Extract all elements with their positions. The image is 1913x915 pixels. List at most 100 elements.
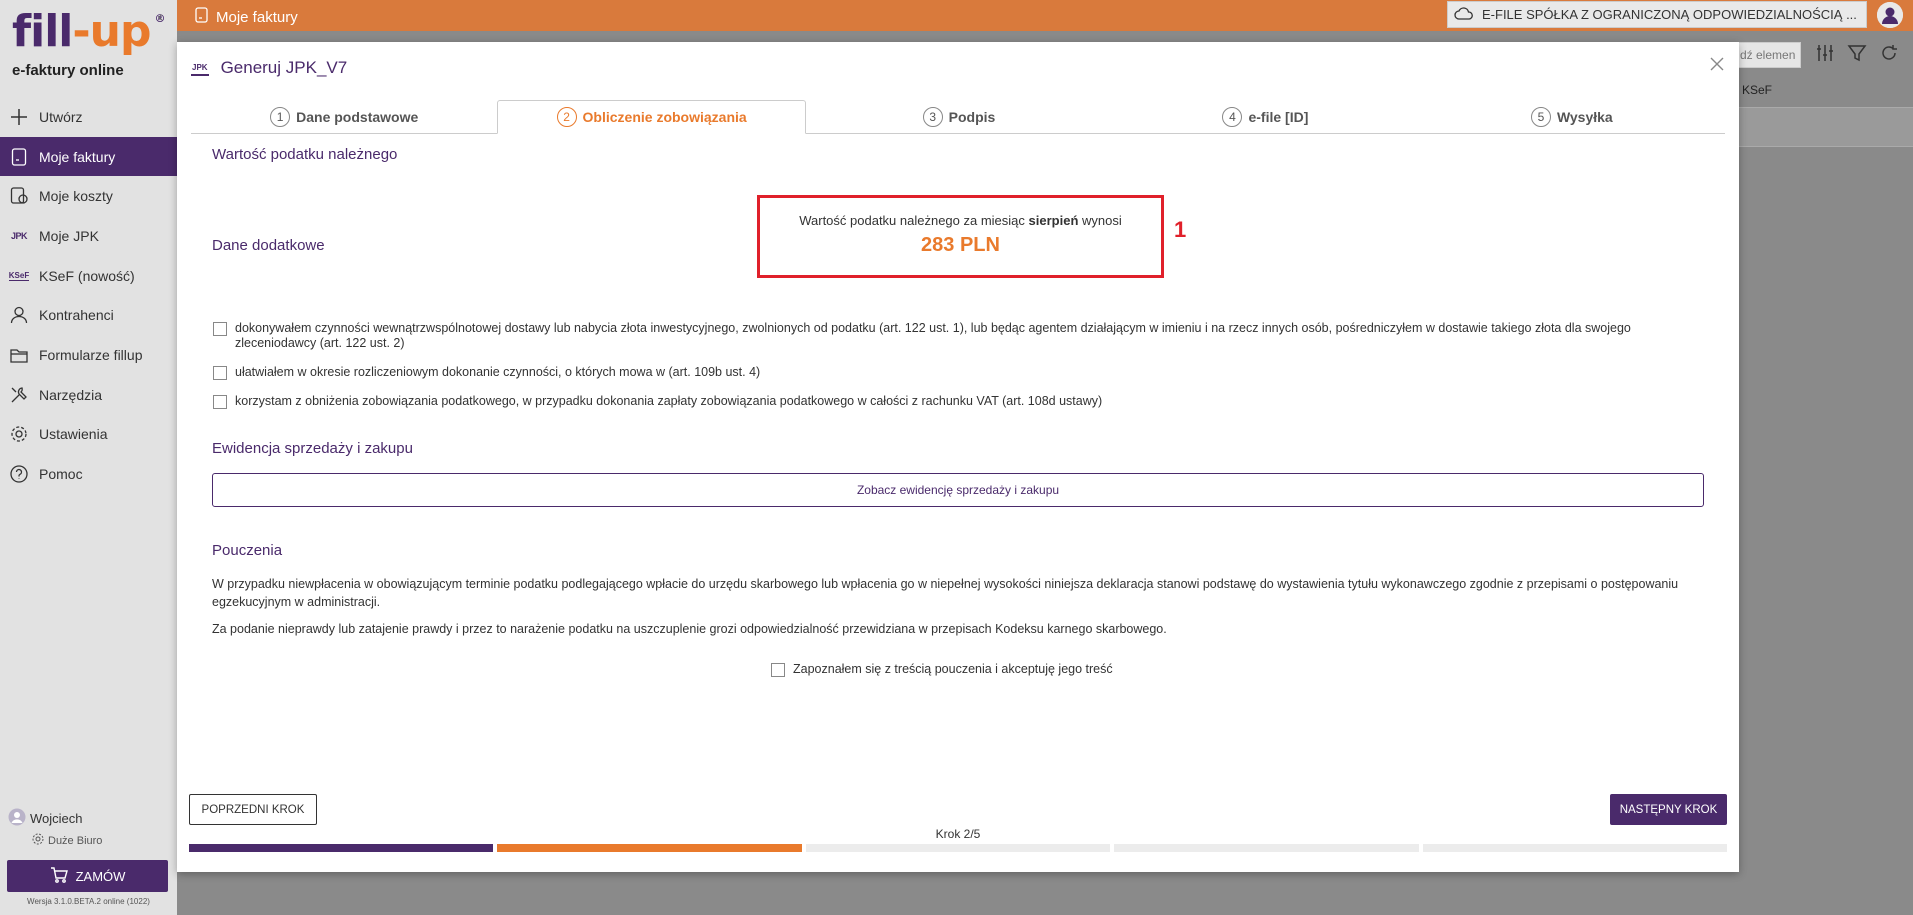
tab-label: Wysyłka — [1556, 108, 1613, 125]
menu-item-help[interactable]: Pomoc — [0, 454, 177, 494]
menu-item-my-invoices[interactable]: Moje faktury — [0, 136, 177, 177]
progress-segment-2 — [497, 844, 802, 852]
checkbox-liability-reduction[interactable]: korzystam z obniżenia zobowiązania podat… — [213, 394, 1715, 409]
annotation-marker: 1 — [1174, 217, 1187, 242]
progress-segment-4 — [1114, 844, 1419, 852]
background-toolbar — [1815, 43, 1899, 68]
tab-label: Dane podstawowe — [296, 108, 419, 125]
tab-signature[interactable]: 3 Podpis — [806, 100, 1112, 133]
checkbox-label: ułatwiałem w okresie rozliczeniowym doko… — [235, 365, 761, 379]
tax-section-title: Wartość podatku należnego — [212, 146, 398, 163]
menu-item-label: KSeF (nowość) — [39, 267, 135, 284]
avatar-icon — [8, 808, 26, 829]
menu-item-forms[interactable]: Formularze fillup — [0, 335, 177, 375]
tab-basic-data[interactable]: 1 Dane podstawowe — [191, 100, 497, 133]
step-number: 5 — [1530, 106, 1551, 127]
invoice-icon — [9, 147, 29, 167]
gear-icon — [9, 424, 29, 444]
plus-icon — [9, 107, 29, 127]
menu-item-label: Utwórz — [39, 108, 83, 125]
order-button[interactable]: ZAMÓW — [7, 860, 168, 892]
cart-icon — [50, 866, 68, 886]
next-step-button[interactable]: NASTĘPNY KROK — [1610, 794, 1727, 825]
accept-checkbox[interactable] — [771, 663, 785, 677]
checkbox[interactable] — [213, 322, 227, 336]
tax-amount: 283 PLN — [921, 234, 1000, 256]
step-progress-bar — [189, 844, 1728, 852]
sidebar: fill-up ® ‹ e-faktury online Utwórz Moje… — [0, 0, 177, 915]
view-records-button[interactable]: Zobacz ewidencję sprzedaży i zakupu — [212, 473, 1704, 507]
tab-efile-id[interactable]: 4 e-file [ID] — [1112, 100, 1418, 133]
menu-item-label: Moje JPK — [39, 227, 99, 244]
cloud-icon — [1454, 6, 1474, 23]
filter-icon — [1847, 43, 1867, 68]
accept-instructions[interactable]: Zapoznałem się z treścią pouczenia i akc… — [771, 662, 1113, 677]
user-plan: Duże Biuro — [48, 834, 103, 847]
checkbox[interactable] — [213, 395, 227, 409]
checkbox-label: dokonywałem czynności wewnątrzwspólnotow… — [235, 321, 1631, 350]
tab-sending[interactable]: 5 Wysyłka — [1419, 100, 1725, 133]
tab-label: e-file [ID] — [1248, 108, 1309, 125]
menu-item-label: Ustawienia — [39, 426, 108, 443]
records-section-title: Ewidencja sprzedaży i zakupu — [212, 440, 413, 457]
close-icon[interactable] — [1709, 56, 1725, 72]
checkbox-facilitated-activities[interactable]: ułatwiałem w okresie rozliczeniowym doko… — [213, 365, 1715, 380]
menu-item-create[interactable]: Utwórz — [0, 97, 177, 137]
generate-jpk-modal: JPK Generuj JPK_V7 1 Dane podstawowe 2 O… — [177, 42, 1739, 872]
topbar: Moje faktury E-FILE SPÓŁKA Z OGRANICZONĄ… — [177, 0, 1913, 31]
wizard-tabs: 1 Dane podstawowe 2 Obliczenie zobowiąza… — [191, 100, 1725, 134]
background-table-row — [1739, 107, 1913, 147]
instructions-paragraph-1: W przypadku niewpłacenia w obowiązującym… — [212, 577, 1679, 609]
user-box[interactable]: Wojciech Duże Biuro — [8, 808, 102, 848]
background-search-input: dź elemen — [1737, 42, 1801, 68]
previous-step-button[interactable]: POPRZEDNI KROK — [189, 794, 317, 825]
tab-label: Podpis — [948, 108, 996, 125]
step-counter: Krok 2/5 — [935, 827, 981, 841]
fillup-logo[interactable]: fill-up ® — [12, 6, 165, 57]
tax-value-box: Wartość podatku należnego za miesiąc sie… — [757, 195, 1164, 278]
company-selector[interactable]: E-FILE SPÓŁKA Z OGRANICZONĄ ODPOWIEDZIAL… — [1447, 1, 1867, 28]
order-label: ZAMÓW — [75, 868, 126, 884]
tagline: e-faktury online — [12, 62, 124, 79]
collapse-sidebar-icon[interactable]: ‹ — [158, 8, 163, 24]
logo-up: up — [89, 6, 152, 57]
version-text: Wersja 3.1.0.BETA.2 online (1022) — [27, 897, 150, 906]
menu-item-ksef[interactable]: KSeF KSeF (nowość) — [0, 256, 177, 296]
accept-label: Zapoznałem się z treścią pouczenia i akc… — [793, 662, 1113, 676]
menu-item-settings[interactable]: Ustawienia — [0, 415, 177, 455]
tax-line-suffix: wynosi — [1082, 213, 1122, 228]
ksef-icon-text: KSeF — [8, 270, 30, 281]
menu-item-label: Formularze fillup — [39, 346, 143, 363]
menu-item-my-costs[interactable]: Moje koszty — [0, 176, 177, 216]
tab-liability-calculation[interactable]: 2 Obliczenie zobowiązania — [497, 100, 806, 134]
page-title-text: Moje faktury — [216, 8, 298, 26]
step-number: 1 — [270, 106, 291, 127]
checkbox-gold-delivery[interactable]: dokonywałem czynności wewnątrzwspólnotow… — [213, 321, 1715, 351]
menu-item-tools[interactable]: Narzędzia — [0, 375, 177, 415]
jpk-icon: JPK — [191, 61, 209, 76]
costs-icon — [9, 186, 29, 206]
menu-item-label: Moje faktury — [39, 148, 116, 165]
menu-item-my-jpk[interactable]: JPK Moje JPK — [0, 216, 177, 256]
menu-item-label: Narzędzia — [39, 386, 103, 403]
company-name: E-FILE SPÓŁKA Z OGRANICZONĄ ODPOWIEDZIAL… — [1482, 7, 1857, 22]
page-title: Moje faktury — [195, 7, 298, 27]
user-avatar-icon[interactable] — [1877, 2, 1903, 28]
tab-label: Obliczenie zobowiązania — [582, 109, 747, 125]
step-number: 2 — [556, 107, 577, 127]
background-column-ksef: KSeF — [1742, 83, 1773, 97]
person-icon — [9, 305, 29, 325]
columns-icon — [1815, 43, 1835, 68]
menu-item-contractors[interactable]: Kontrahenci — [0, 295, 177, 335]
ksef-icon: KSeF — [8, 266, 30, 286]
instructions-paragraph-2: Za podanie nieprawdy lub zatajenie prawd… — [212, 622, 1167, 636]
main-menu: Utwórz Moje faktury Moje koszty JPK Moje… — [0, 97, 177, 494]
tools-icon — [9, 385, 29, 405]
background-page — [1739, 31, 1913, 915]
office-icon — [32, 833, 44, 848]
progress-segment-5 — [1422, 844, 1728, 852]
modal-header: JPK Generuj JPK_V7 — [191, 58, 347, 78]
checkbox[interactable] — [213, 366, 227, 380]
step-number: 3 — [922, 106, 943, 127]
progress-segment-3 — [805, 844, 1111, 852]
